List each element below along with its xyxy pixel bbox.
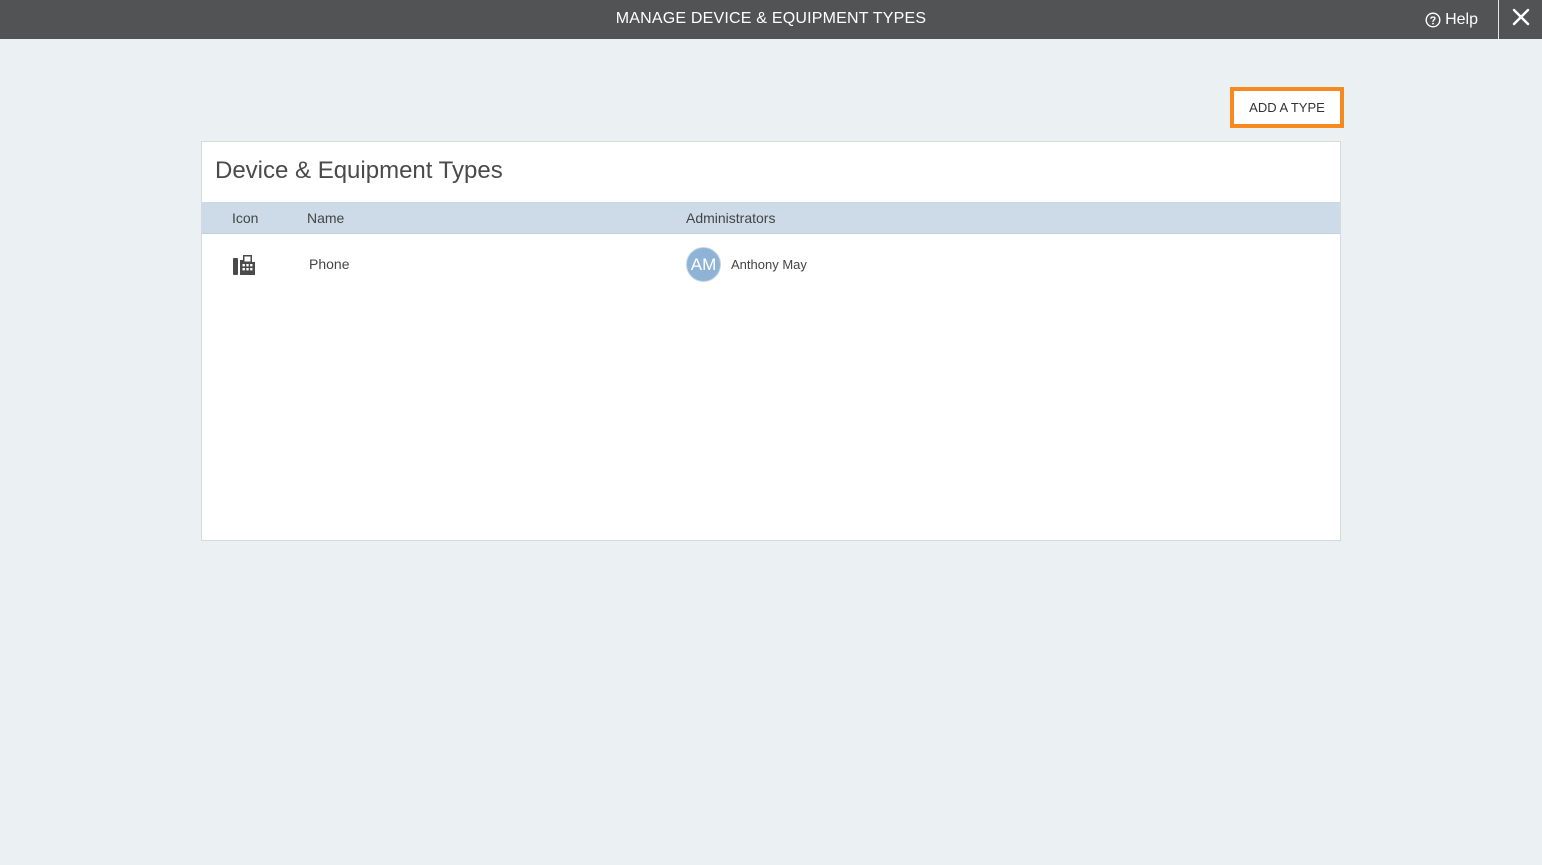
close-icon [1512,8,1530,31]
column-header-name: Name [307,210,345,226]
help-label: Help [1445,10,1478,28]
type-name: Phone [309,256,350,272]
table-header: Icon Name Administrators [202,202,1340,234]
types-panel: Device & Equipment Types Icon Name Admin… [201,141,1341,541]
panel-title: Device & Equipment Types [215,157,503,184]
help-button[interactable]: Help [1425,0,1478,39]
administrator-name: Anthony May [731,257,807,272]
page-title: MANAGE DEVICE & EQUIPMENT TYPES [615,10,927,27]
top-bar: MANAGE DEVICE & EQUIPMENT TYPES Help [0,0,1542,39]
close-button[interactable] [1498,0,1542,39]
add-type-button[interactable]: ADD A TYPE [1230,87,1344,128]
avatar: AM [686,247,721,282]
column-header-administrators: Administrators [686,210,776,226]
question-circle-icon [1425,11,1441,28]
column-header-icon: Icon [232,210,259,226]
table-row[interactable]: Phone AM Anthony May [202,235,1340,293]
administrator: AM Anthony May [686,247,807,282]
fax-phone-icon [232,253,256,277]
